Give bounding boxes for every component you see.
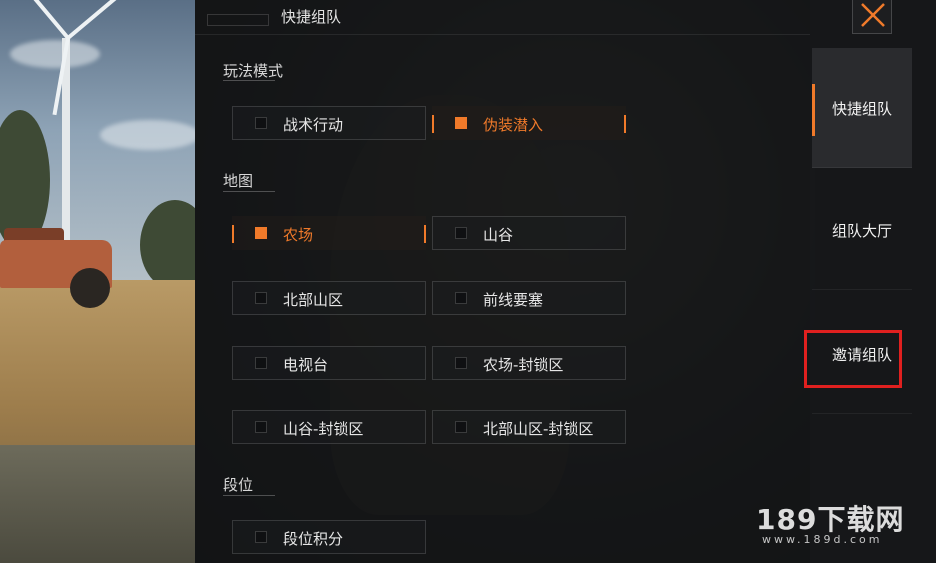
section-label-mode: 玩法模式 — [223, 62, 284, 80]
checkbox[interactable] — [455, 292, 467, 304]
tab-quick-team[interactable]: 快捷组队 — [812, 48, 912, 168]
header-badge — [207, 14, 269, 26]
option-label: 电视台 — [283, 356, 329, 374]
rank-option-points[interactable]: 段位积分 — [232, 520, 426, 554]
option-label: 前线要塞 — [483, 291, 544, 309]
option-label: 农场 — [283, 226, 314, 244]
map-option-frontline-fortress[interactable]: 前线要塞 — [432, 281, 626, 315]
section-divider — [223, 80, 275, 81]
option-label: 北部山区-封锁区 — [483, 420, 594, 438]
close-icon — [861, 3, 885, 27]
mode-option-tactical[interactable]: 战术行动 — [232, 106, 426, 140]
highlight-frame — [804, 330, 902, 388]
map-option-farm[interactable]: 农场 — [232, 216, 426, 250]
option-label: 山谷 — [483, 226, 514, 244]
checkbox-checked[interactable] — [455, 117, 467, 129]
watermark-url: www.189d.com — [762, 533, 883, 546]
option-label: 山谷-封锁区 — [283, 420, 364, 438]
checkbox[interactable] — [255, 421, 267, 433]
section-label-rank: 段位 — [223, 476, 254, 494]
map-option-north-mountain-lockdown[interactable]: 北部山区-封锁区 — [432, 410, 626, 444]
tractor-wheel — [70, 268, 110, 308]
section-divider — [223, 191, 275, 192]
mode-option-disguise[interactable]: 伪装潜入 — [432, 106, 626, 140]
quick-team-panel: 快捷组队 玩法模式 战术行动 伪装潜入 地图 农场 山谷 北部山区 前线要塞 电… — [195, 0, 810, 563]
close-button[interactable] — [852, 0, 892, 34]
checkbox-checked[interactable] — [255, 227, 267, 239]
tab-label: 快捷组队 — [831, 100, 892, 118]
section-label-map: 地图 — [223, 172, 254, 190]
tab-team-lobby[interactable]: 组队大厅 — [812, 170, 912, 290]
page-title: 快捷组队 — [281, 8, 342, 26]
cloud — [10, 40, 100, 68]
ground — [0, 445, 210, 563]
checkbox[interactable] — [255, 117, 267, 129]
checkbox[interactable] — [455, 421, 467, 433]
cloud — [100, 120, 200, 150]
option-label: 北部山区 — [283, 291, 344, 309]
map-option-valley-lockdown[interactable]: 山谷-封锁区 — [232, 410, 426, 444]
option-label: 战术行动 — [283, 116, 344, 134]
option-label: 农场-封锁区 — [483, 356, 564, 374]
checkbox[interactable] — [255, 531, 267, 543]
checkbox[interactable] — [255, 357, 267, 369]
map-option-valley[interactable]: 山谷 — [432, 216, 626, 250]
watermark-logo: 189下载网 — [756, 503, 905, 536]
map-option-north-mountain[interactable]: 北部山区 — [232, 281, 426, 315]
tab-label: 组队大厅 — [831, 222, 892, 240]
map-option-farm-lockdown[interactable]: 农场-封锁区 — [432, 346, 626, 380]
panel-header: 快捷组队 — [195, 0, 810, 35]
checkbox[interactable] — [455, 357, 467, 369]
checkbox[interactable] — [455, 227, 467, 239]
option-label: 伪装潜入 — [483, 116, 544, 134]
map-option-tv-station[interactable]: 电视台 — [232, 346, 426, 380]
option-label: 段位积分 — [283, 530, 344, 548]
section-divider — [223, 495, 275, 496]
checkbox[interactable] — [255, 292, 267, 304]
